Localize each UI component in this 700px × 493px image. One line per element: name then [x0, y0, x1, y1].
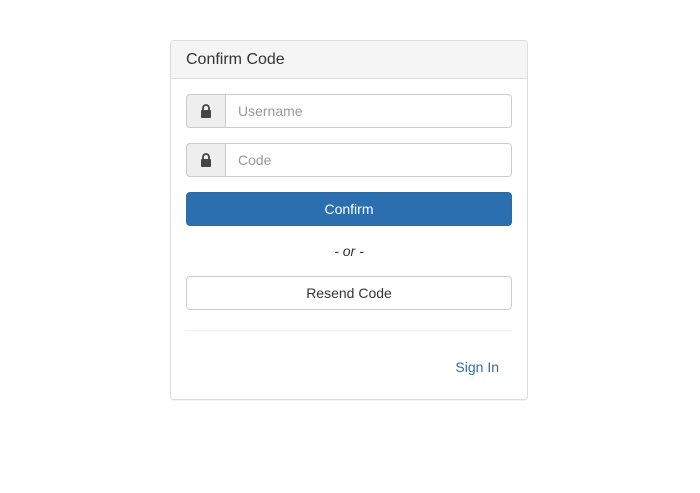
username-input[interactable] [225, 94, 512, 128]
username-input-group [186, 94, 512, 128]
signin-row: Sign In [186, 331, 512, 375]
username-addon [186, 94, 225, 128]
confirm-button[interactable]: Confirm [186, 192, 512, 226]
or-separator: - or - [334, 243, 364, 259]
code-input-group [186, 143, 512, 177]
panel-title: Confirm Code [186, 50, 285, 68]
panel-heading: Confirm Code [171, 41, 527, 79]
code-addon [186, 143, 225, 177]
confirm-code-panel: Confirm Code Confirm - or - Resend [170, 40, 528, 400]
resend-code-button[interactable]: Resend Code [186, 276, 512, 310]
lock-icon [201, 104, 211, 118]
code-input[interactable] [225, 143, 512, 177]
panel-body: Confirm - or - Resend Code Sign In [171, 79, 527, 375]
lock-icon [201, 153, 211, 167]
sign-in-link[interactable]: Sign In [455, 359, 499, 375]
